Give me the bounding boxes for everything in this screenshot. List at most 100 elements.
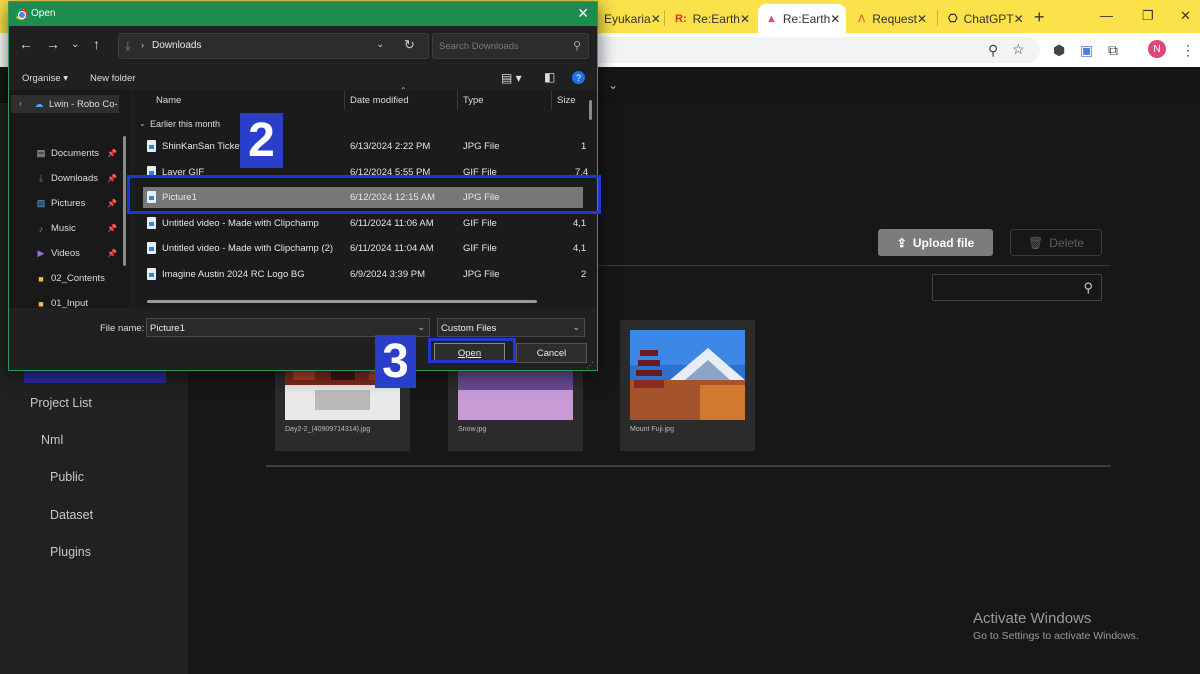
column-header-date-modified[interactable]: Date modified [350,95,409,106]
file-row[interactable]: Untitled video - Made with Clipchamp (2)… [143,238,586,259]
column-header-name[interactable]: Name [156,95,181,106]
chevron-down-icon[interactable]: ⌄ [608,78,618,92]
search-downloads-input[interactable]: Search Downloads ⚲ [432,33,589,59]
refresh-icon[interactable]: ↻ [404,37,415,53]
close-icon[interactable]: ✕ [917,12,927,26]
folder-icon: ■ [38,273,44,284]
chevron-down-icon[interactable]: ⌄ [417,322,425,333]
close-icon[interactable]: ✕ [577,5,589,22]
browser-tab[interactable]: Λ Request ✕ [849,4,935,33]
nav-item-pictures[interactable]: ▨ Pictures [36,198,86,209]
browser-tab-label: ChatGPT [963,11,1014,26]
nav-item-label: Pictures [51,198,86,209]
cancel-button[interactable]: Cancel [516,343,587,363]
close-icon[interactable]: ✕ [830,12,840,26]
resize-grip-icon[interactable]: ⋰ [586,361,594,370]
file-row[interactable]: ShinKanSan Ticket 6/13/2024 2:22 PM JPG … [143,136,586,157]
address-breadcrumb-bar[interactable]: ⤓ › Downloads ⌄ ↻ [118,33,429,59]
documents-icon: ▤ [36,148,46,158]
column-header-size[interactable]: Size [557,95,575,106]
nav-item-videos[interactable]: ▶ Videos [36,248,80,259]
nav-item-music[interactable]: ♪ Music [36,223,76,234]
help-icon[interactable]: ? [572,71,585,84]
onedrive-cloud-icon: ☁ [34,99,44,109]
organise-menu-button[interactable]: Organise ▾ [22,73,68,84]
sidebar-selection-indicator [24,371,166,383]
zoom-icon[interactable]: ⚲ [988,42,998,59]
image-file-icon [147,140,156,152]
upload-file-button[interactable]: ⇪ Upload file [878,229,993,256]
nav-item-label: Lwin - Robo Co- [49,99,118,110]
folder-icon: ■ [38,298,44,309]
tab-separator [937,10,938,26]
nav-item-label: Documents [51,148,100,159]
column-separator[interactable] [457,90,458,110]
close-icon[interactable]: ✕ [1014,12,1024,26]
sidebar-item-plugins[interactable]: Plugins [50,545,91,559]
up-arrow-icon[interactable]: ↑ [93,36,100,52]
browser-tab[interactable]: Eyukaria ✕ [596,4,664,33]
view-options-icon[interactable]: ▤ ▾ [501,71,522,85]
window-close-icon[interactable]: ✕ [1180,8,1191,24]
sidebar-item-public[interactable]: Public [50,470,84,484]
image-file-icon [147,242,156,254]
asset-card[interactable]: Mount Fuji.jpg [620,320,755,451]
minimize-icon[interactable]: — [1100,8,1113,23]
watermark-subtitle: Go to Settings to activate Windows. [973,630,1139,642]
browser-tab[interactable]: R: Re:Earth ✕ [667,4,755,33]
nav-item-folder[interactable]: ■ 02_Contents [36,273,105,284]
preview-pane-icon[interactable]: ◧ [544,70,555,84]
browser-tab-active[interactable]: ▲ Re:Earth ✕ [758,4,846,33]
file-list-horizontal-scrollbar[interactable] [147,300,537,303]
chevron-right-icon[interactable]: › [19,99,22,108]
extension-icon[interactable]: ⬢ [1053,42,1065,59]
nav-item-documents[interactable]: ▤ Documents [36,148,99,159]
asset-search-input[interactable]: ⚲ [932,274,1102,301]
profile-avatar[interactable]: N [1148,40,1166,58]
new-folder-button[interactable]: New folder [90,73,135,84]
dialog-titlebar: Open ✕ [9,2,597,26]
forward-arrow-icon[interactable]: → [46,36,60,52]
pin-icon: 📌 [107,149,117,158]
file-type-filter-select[interactable]: Custom Files ⌄ [437,318,585,337]
file-row[interactable]: Imagine Austin 2024 RC Logo BG 6/9/2024 … [143,264,586,285]
organise-label: Organise [22,73,61,84]
back-arrow-icon[interactable]: ← [19,36,33,52]
close-icon[interactable]: ✕ [651,12,661,26]
recent-locations-chevron-icon[interactable]: ⌄ [71,39,79,50]
restore-icon[interactable]: ❐ [1142,8,1154,24]
nav-item-onedrive-label[interactable]: ☁ Lwin - Robo Co- [34,99,118,110]
translate-icon[interactable]: ▣ [1080,42,1093,59]
breadcrumb-downloads[interactable]: Downloads [152,40,201,51]
sidebar-item-project-list[interactable]: Project List [30,396,92,410]
file-name: Untitled video - Made with Clipchamp (2) [162,243,334,254]
sidebar-item-dataset[interactable]: Dataset [50,508,93,522]
close-icon[interactable]: ✕ [740,12,750,26]
column-header-type[interactable]: Type [463,95,484,106]
browser-tab[interactable]: ⎔ ChatGPT ✕ [940,4,1028,33]
column-separator[interactable] [344,90,345,110]
file-type: JPG File [463,141,500,152]
chevron-down-icon[interactable]: ⌄ [139,119,146,128]
chevron-down-icon[interactable]: ⌄ [376,39,384,50]
nav-item-label: 02_Contents [51,273,105,284]
delete-label: Delete [1049,235,1084,250]
sidebar-item-workspace[interactable]: Nml [41,433,63,447]
group-header[interactable]: Earlier this month [150,119,220,129]
star-icon[interactable]: ☆ [1012,41,1025,58]
address-bar[interactable]: ⚲ ☆ [600,37,1040,63]
file-name-value: Picture1 [150,323,185,334]
column-separator[interactable] [551,90,552,110]
nav-pane-scrollbar[interactable] [123,136,126,266]
file-list-vertical-scrollbar[interactable] [589,100,592,120]
delete-button[interactable]: 🗑 Delete [1010,229,1102,256]
tab-separator [664,10,665,26]
file-row[interactable]: Untitled video - Made with Clipchamp 6/1… [143,213,586,234]
nav-item-downloads[interactable]: ⤓ Downloads [36,173,98,184]
menu-dots-icon[interactable]: ⋮ [1181,42,1195,59]
file-name-label: File name: [100,323,145,334]
file-date: 6/9/2024 3:39 PM [350,269,425,280]
new-tab-icon[interactable]: + [1034,7,1045,28]
puzzle-icon[interactable]: ⧉ [1108,42,1118,59]
asset-name: Day2-2_(40909714314).jpg [285,426,371,433]
